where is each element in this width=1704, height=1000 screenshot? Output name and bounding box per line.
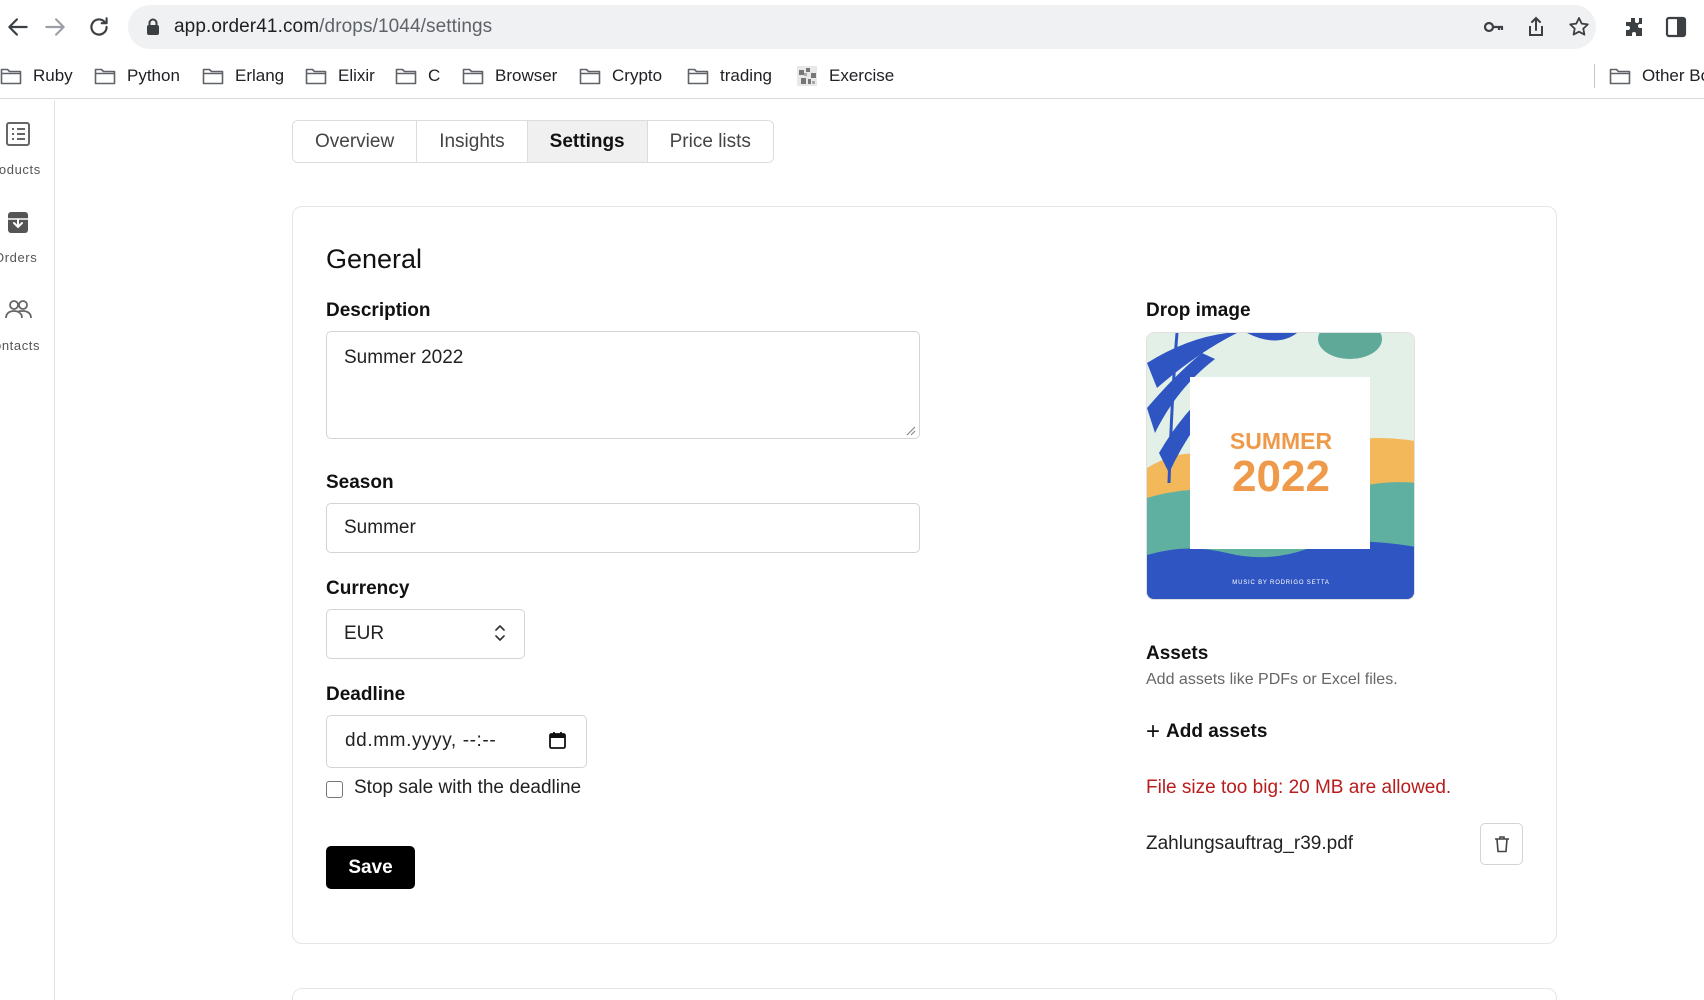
bookmark-python[interactable]: Python	[94, 63, 180, 89]
extensions-button[interactable]	[1620, 13, 1648, 41]
bookmark-crypto[interactable]: Crypto	[579, 63, 662, 89]
trash-icon	[1494, 836, 1509, 853]
url-text: app.order41.com/drops/1044/settings	[174, 16, 492, 38]
save-button[interactable]: Save	[326, 846, 415, 889]
bookmarks-bar: Ruby Python Erlang Elixir C Browser Cryp…	[0, 54, 1704, 99]
share-icon[interactable]	[1524, 15, 1548, 39]
reload-button[interactable]	[81, 9, 117, 45]
bookmark-label: trading	[720, 66, 772, 85]
add-assets-label: Add assets	[1166, 721, 1268, 742]
add-assets-button[interactable]: + Add assets	[1146, 720, 1267, 744]
section-title: General	[326, 244, 423, 274]
sidebar-item-label: roducts	[0, 162, 41, 177]
arrow-left-icon	[8, 18, 28, 36]
art-year: 2022	[1232, 452, 1330, 501]
deadline-label: Deadline	[326, 684, 406, 705]
drop-tabs: Overview Insights Settings Price lists	[292, 120, 774, 163]
description-label: Description	[326, 300, 431, 321]
bookmark-label: Erlang	[235, 66, 285, 85]
stop-sale-label: Stop sale with the deadline	[354, 777, 582, 798]
tab-overview[interactable]: Overview	[293, 121, 418, 162]
url-path: /drops/1044/settings	[319, 16, 493, 37]
bookmark-exercise[interactable]: Exercise	[796, 63, 894, 89]
stop-sale-checkbox[interactable]	[326, 781, 343, 798]
asset-file-name: Zahlungsauftrag_r39.pdf	[1146, 833, 1354, 854]
assets-hint: Add assets like PDFs or Excel files.	[1146, 671, 1398, 688]
folder-icon	[202, 68, 224, 85]
sidebar-item-contacts[interactable]: ontacts	[0, 296, 54, 356]
folder-icon	[579, 68, 601, 85]
bookmark-label: Crypto	[612, 66, 663, 85]
bookmarks-separator	[1594, 64, 1595, 88]
bookmark-erlang[interactable]: Erlang	[202, 63, 284, 89]
bookmark-label: Python	[127, 66, 180, 85]
assets-label: Assets	[1146, 643, 1209, 664]
favicon-icon	[797, 66, 817, 86]
archive-icon	[8, 212, 28, 233]
description-textarea[interactable]: Summer 2022	[326, 331, 920, 439]
list-icon	[6, 122, 30, 146]
folder-icon	[395, 68, 417, 85]
bookmark-browser[interactable]: Browser	[462, 63, 557, 89]
bookmark-label: C	[428, 66, 441, 85]
file-size-error: File size too big: 20 MB are allowed.	[1146, 777, 1452, 798]
key-icon[interactable]	[1482, 15, 1506, 39]
folder-icon	[1609, 68, 1631, 85]
bookmark-label: Browser	[495, 66, 558, 85]
side-panel-icon	[1665, 16, 1687, 38]
sidebar-item-label: ontacts	[0, 338, 41, 353]
currency-value: EUR	[344, 623, 385, 644]
delete-asset-button[interactable]	[1480, 823, 1523, 865]
users-icon	[5, 300, 32, 319]
bookmark-label: Exercise	[829, 66, 895, 85]
reload-icon	[90, 17, 108, 36]
folder-icon	[462, 68, 484, 85]
art-title: SUMMER	[1230, 428, 1333, 454]
back-button[interactable]	[0, 9, 36, 45]
season-input[interactable]	[326, 503, 920, 553]
app-sidebar: roducts Orders ontacts	[0, 100, 55, 1000]
calendar-icon[interactable]	[548, 731, 567, 750]
bookmark-ruby[interactable]: Ruby	[0, 63, 73, 89]
bookmark-c[interactable]: C	[395, 63, 440, 89]
url-host: app.order41.com	[174, 16, 320, 37]
drop-image-label: Drop image	[1146, 300, 1251, 321]
puzzle-icon	[1626, 18, 1642, 36]
plus-icon: +	[1146, 718, 1161, 745]
forward-button[interactable]	[37, 9, 73, 45]
bookmark-other[interactable]: Other Bo	[1609, 63, 1704, 89]
bookmark-trading[interactable]: trading	[687, 63, 772, 89]
drop-image-artwork: SUMMER 2022 MUSIC BY RODRIGO SETTA	[1147, 333, 1414, 599]
season-label: Season	[326, 472, 394, 493]
bookmark-label: Elixir	[338, 66, 375, 85]
next-card	[292, 988, 1557, 1000]
sidebar-item-label: Orders	[0, 250, 38, 265]
tab-price-lists[interactable]: Price lists	[647, 121, 773, 162]
art-caption: MUSIC BY RODRIGO SETTA	[1232, 580, 1329, 586]
star-icon[interactable]	[1567, 15, 1591, 39]
address-bar[interactable]: app.order41.com/drops/1044/settings	[128, 5, 1596, 49]
select-arrows-icon	[495, 625, 505, 641]
folder-icon	[687, 68, 709, 85]
sidebar-item-orders[interactable]: Orders	[0, 208, 54, 268]
folder-icon	[94, 68, 116, 85]
bookmark-elixir[interactable]: Elixir	[305, 63, 375, 89]
arrow-right-icon	[45, 18, 65, 36]
folder-icon	[0, 68, 22, 85]
bookmark-label: Other Bo	[1642, 66, 1704, 85]
currency-label: Currency	[326, 578, 410, 599]
resize-grip-icon[interactable]	[904, 424, 916, 436]
drop-image[interactable]: SUMMER 2022 MUSIC BY RODRIGO SETTA	[1146, 332, 1415, 600]
lock-icon	[147, 18, 159, 35]
tab-insights[interactable]: Insights	[417, 121, 528, 162]
browser-toolbar: app.order41.com/drops/1044/settings	[0, 0, 1704, 54]
side-panel-button[interactable]	[1662, 13, 1690, 41]
folder-icon	[305, 68, 327, 85]
sidebar-item-products[interactable]: roducts	[0, 120, 54, 180]
bookmark-label: Ruby	[33, 66, 73, 85]
tab-settings[interactable]: Settings	[527, 121, 648, 162]
deadline-placeholder: dd.mm.yyyy, --:--	[345, 730, 497, 751]
